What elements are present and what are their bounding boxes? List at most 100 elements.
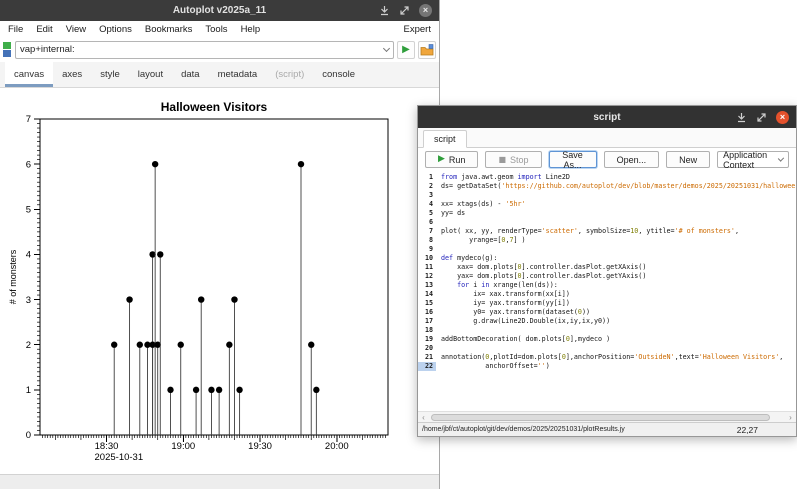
svg-text:6: 6 xyxy=(26,159,31,170)
menu-item-bookmarks[interactable]: Bookmarks xyxy=(145,24,193,35)
line-number: 19 xyxy=(418,335,436,344)
script-window-titlebar[interactable]: script × xyxy=(418,106,796,128)
svg-text:5: 5 xyxy=(26,204,31,215)
line-text: iy= yax.transform(yy[i]) xyxy=(436,299,570,308)
save-as-button-label: Save As... xyxy=(562,150,584,170)
tab-layout[interactable]: layout xyxy=(129,62,172,87)
tab-console[interactable]: console xyxy=(313,62,364,87)
menu-item-edit[interactable]: Edit xyxy=(36,24,52,35)
line-number: 21 xyxy=(418,353,436,362)
menu-item-tools[interactable]: Tools xyxy=(205,24,227,35)
code-line: 8 yrange=[0,7] ) xyxy=(418,236,796,245)
line-text: from java.awt.geom import Line2D xyxy=(436,173,570,182)
horizontal-scrollbar[interactable]: ‹ › xyxy=(418,411,796,422)
code-line: 21annotation(0,plotId=dom.plots[0],ancho… xyxy=(418,353,796,362)
application-context-select[interactable]: Application Context xyxy=(717,151,789,168)
line-number: 11 xyxy=(418,263,436,272)
line-number: 5 xyxy=(418,209,436,218)
halloween-visitors-chart: Halloween Visitors# of monsters012345671… xyxy=(0,88,439,474)
iconify-window-icon[interactable] xyxy=(736,112,747,123)
code-editor[interactable]: 1from java.awt.geom import Line2D2ds= ge… xyxy=(418,171,796,411)
scroll-left-arrow-icon[interactable]: ‹ xyxy=(419,413,428,422)
new-button[interactable]: New xyxy=(666,151,710,168)
maximize-window-icon[interactable] xyxy=(399,5,410,16)
expert-mode-label[interactable]: Expert xyxy=(404,24,431,35)
scroll-right-arrow-icon[interactable]: › xyxy=(786,413,795,422)
open-button[interactable]: Open... xyxy=(604,151,660,168)
code-line: 12 yax= dom.plots[0].controller.dasPlot.… xyxy=(418,272,796,281)
close-window-icon[interactable]: × xyxy=(419,4,432,17)
iconify-window-icon[interactable] xyxy=(379,5,390,16)
line-text xyxy=(436,245,441,254)
cursor-position: 22,27 xyxy=(737,425,758,435)
line-text: def mydeco(g): xyxy=(436,254,497,263)
line-text: for i in xrange(len(ds)): xyxy=(436,281,558,290)
tab-script[interactable]: (script) xyxy=(266,62,313,87)
line-text: ds= getDataSet('https://github.com/autop… xyxy=(436,182,795,191)
line-text: yax= dom.plots[0].controller.dasPlot.get… xyxy=(436,272,646,281)
code-line: 4xx= xtags(ds) - '5hr' xyxy=(418,200,796,209)
code-line: 6 xyxy=(418,218,796,227)
svg-text:1: 1 xyxy=(26,385,31,396)
svg-text:2: 2 xyxy=(26,340,31,351)
menu-item-file[interactable]: File xyxy=(8,24,23,35)
line-text xyxy=(436,191,441,200)
line-number: 14 xyxy=(418,290,436,299)
line-number: 7 xyxy=(418,227,436,236)
code-line: 14 ix= xax.transform(xx[i]) xyxy=(418,290,796,299)
x-axis-date-label: 2025-10-31 xyxy=(95,452,144,463)
menu-item-view[interactable]: View xyxy=(66,24,86,35)
line-text: ix= xax.transform(xx[i]) xyxy=(436,290,570,299)
go-button[interactable]: ▶ xyxy=(397,41,415,59)
script-status-bar: /home/jbf/ct/autoplot/git/dev/demos/2025… xyxy=(418,422,796,436)
save-as-button[interactable]: Save As... xyxy=(549,151,597,168)
line-text xyxy=(436,218,441,227)
line-number: 16 xyxy=(418,308,436,317)
close-window-icon[interactable]: × xyxy=(776,111,789,124)
open-button-label: Open... xyxy=(617,155,647,165)
autoplot-main-window: Autoplot v2025a_11 × File Edit View Options… xyxy=(0,0,440,489)
plot-canvas[interactable]: Halloween Visitors# of monsters012345671… xyxy=(0,88,439,474)
maximize-window-icon[interactable] xyxy=(756,112,767,123)
menu-item-options[interactable]: Options xyxy=(99,24,132,35)
tab-canvas[interactable]: canvas xyxy=(5,62,53,87)
code-line: 2ds= getDataSet('https://github.com/auto… xyxy=(418,182,796,191)
stop-square-icon: ■ xyxy=(498,156,506,164)
address-input[interactable] xyxy=(20,44,384,55)
line-number: 22 xyxy=(418,362,436,371)
datasource-icon xyxy=(3,42,12,57)
address-field xyxy=(15,41,394,59)
script-window-title: script xyxy=(593,112,620,123)
code-line: 22 anchorOffset='') xyxy=(418,362,796,371)
tab-data[interactable]: data xyxy=(172,62,209,87)
line-number: 9 xyxy=(418,245,436,254)
svg-text:19:30: 19:30 xyxy=(248,441,272,452)
line-text: anchorOffset='') xyxy=(436,362,550,371)
stop-button[interactable]: ■ Stop xyxy=(485,151,541,168)
menu-item-help[interactable]: Help xyxy=(241,24,261,35)
tab-axes[interactable]: axes xyxy=(53,62,91,87)
line-number: 20 xyxy=(418,344,436,353)
svg-text:4: 4 xyxy=(26,250,31,261)
address-dropdown-chevron-icon[interactable] xyxy=(383,44,390,51)
code-line: 1from java.awt.geom import Line2D xyxy=(418,173,796,182)
tab-metadata[interactable]: metadata xyxy=(209,62,267,87)
run-button[interactable]: ▶ Run xyxy=(425,151,478,168)
run-button-label: Run xyxy=(449,155,466,165)
code-line: 20 xyxy=(418,344,796,353)
application-context-label: Application Context xyxy=(723,150,779,170)
line-number: 12 xyxy=(418,272,436,281)
svg-text:19:00: 19:00 xyxy=(171,441,195,452)
code-line: 15 iy= yax.transform(yy[i]) xyxy=(418,299,796,308)
main-window-titlebar[interactable]: Autoplot v2025a_11 × xyxy=(0,0,439,21)
open-file-button[interactable] xyxy=(418,41,436,59)
svg-text:18:30: 18:30 xyxy=(95,441,119,452)
svg-text:0: 0 xyxy=(26,430,31,441)
tab-style[interactable]: style xyxy=(91,62,129,87)
scrollbar-thumb[interactable] xyxy=(431,414,770,421)
line-number: 4 xyxy=(418,200,436,209)
line-text: yy= ds xyxy=(436,209,465,218)
tab-script[interactable]: script xyxy=(423,130,467,148)
code-line: 10def mydeco(g): xyxy=(418,254,796,263)
main-window-title: Autoplot v2025a_11 xyxy=(173,5,266,16)
